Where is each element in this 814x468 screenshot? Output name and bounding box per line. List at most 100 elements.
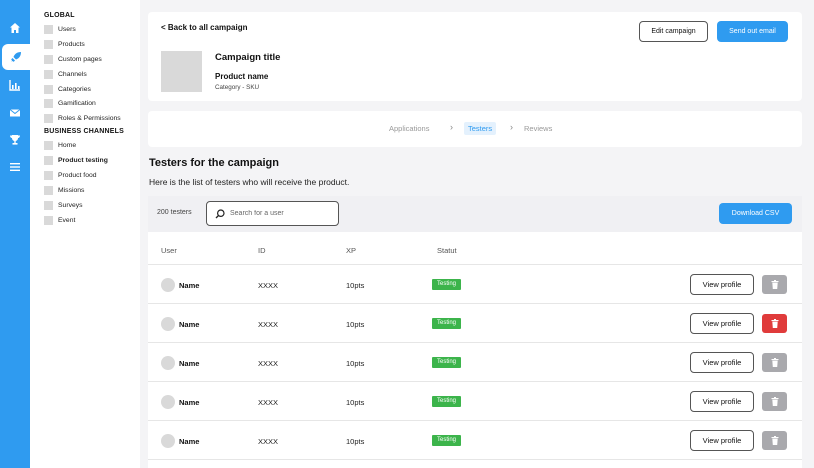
product-name: Product name — [215, 72, 269, 81]
sidebar-item-surveys[interactable]: Surveys — [30, 198, 140, 213]
sidebar-item-label: Gamification — [58, 100, 96, 108]
sidebar-item-label: Missions — [58, 186, 85, 194]
user-name: Name — [179, 281, 200, 290]
sidebar-item-categories[interactable]: Categories — [30, 82, 140, 97]
status-badge: Testing — [432, 318, 462, 329]
sidebar-item-product-testing[interactable]: Product testing — [30, 153, 140, 168]
view-profile-button[interactable]: View profile — [690, 313, 754, 334]
product-thumbnail — [161, 51, 202, 92]
user-id: XXXX — [258, 320, 279, 329]
step-testers[interactable]: Testers — [464, 122, 497, 135]
avatar — [161, 278, 175, 292]
sidebar-item-icon — [44, 54, 53, 64]
sidebar-item-icon — [44, 69, 53, 79]
sidebar-item-icon — [44, 141, 53, 151]
campaign-stepper: Applications › Testers › Reviews — [148, 111, 802, 147]
section-subtitle: Here is the list of testers who will rec… — [149, 177, 350, 187]
delete-button[interactable] — [762, 431, 787, 450]
trash-icon — [771, 397, 778, 406]
column-header-id: ID — [258, 246, 266, 255]
edit-campaign-button[interactable]: Edit campaign — [639, 21, 708, 42]
trash-icon — [771, 436, 778, 445]
user-name: Name — [179, 437, 200, 446]
avatar — [161, 356, 175, 370]
sidebar-item-icon — [44, 84, 53, 94]
search-icon — [215, 208, 225, 218]
testers-table: User ID XP Statut Name XXXX 10pts Testin… — [148, 232, 802, 468]
menu-icon[interactable] — [5, 157, 25, 177]
avatar — [161, 434, 175, 448]
delete-button[interactable] — [762, 275, 787, 294]
sidebar-item-icon — [44, 39, 53, 49]
step-applications[interactable]: Applications — [389, 124, 429, 133]
user-id: XXXX — [258, 398, 279, 407]
sidebar: GLOBAL Users Products Custom pages Chann… — [30, 0, 140, 468]
sidebar-item-custom-pages[interactable]: Custom pages — [30, 52, 140, 67]
sidebar-item-icon — [44, 185, 53, 195]
table-row: Name XXXX 10pts Testing View profile — [148, 420, 802, 459]
delete-button[interactable] — [762, 392, 787, 411]
sidebar-item-users[interactable]: Users — [30, 22, 140, 37]
search-box[interactable] — [206, 201, 339, 226]
user-id: XXXX — [258, 281, 279, 290]
delete-button[interactable] — [762, 353, 787, 372]
table-row: Name XXXX 10pts Testing View profile — [148, 303, 802, 342]
trash-icon — [771, 280, 778, 289]
sidebar-item-icon — [44, 170, 53, 180]
sidebar-item-label: Event — [58, 216, 76, 224]
step-reviews[interactable]: Reviews — [524, 124, 552, 133]
chevron-right-icon: › — [450, 122, 453, 132]
sidebar-item-label: Product food — [58, 171, 97, 179]
send-email-button[interactable]: Send out email — [717, 21, 788, 42]
rocket-icon[interactable] — [2, 44, 30, 70]
column-header-user: User — [161, 246, 177, 255]
sidebar-item-icon — [44, 24, 53, 34]
search-input[interactable] — [230, 210, 330, 217]
section-title: Testers for the campaign — [149, 157, 279, 169]
chevron-right-icon: › — [510, 122, 513, 132]
sidebar-item-event[interactable]: Event — [30, 213, 140, 228]
sidebar-item-label: Categories — [58, 85, 91, 93]
delete-button[interactable] — [762, 314, 787, 333]
sidebar-item-gamification[interactable]: Gamification — [30, 96, 140, 111]
table-toolbar: 200 testers Download CSV — [148, 196, 802, 232]
chart-icon[interactable] — [5, 75, 25, 95]
sidebar-item-label: Home — [58, 142, 77, 150]
user-xp: 10pts — [346, 281, 365, 290]
user-xp: 10pts — [346, 359, 365, 368]
sidebar-item-missions[interactable]: Missions — [30, 183, 140, 198]
tester-count: 200 testers — [157, 209, 192, 216]
table-row: Name XXXX 10pts Testing View profile — [148, 342, 802, 381]
user-xp: 10pts — [346, 437, 365, 446]
sidebar-item-roles-permissions[interactable]: Roles & Permissions — [30, 111, 140, 126]
table-row: Name XXXX 10pts Testing View profile — [148, 381, 802, 420]
sidebar-item-channels[interactable]: Channels — [30, 67, 140, 82]
sidebar-heading-business-channels: BUSINESS CHANNELS — [44, 128, 125, 136]
home-icon[interactable] — [5, 18, 25, 38]
sidebar-item-label: Custom pages — [58, 55, 102, 63]
sidebar-item-products[interactable]: Products — [30, 37, 140, 52]
user-name: Name — [179, 359, 200, 368]
avatar — [161, 317, 175, 331]
trash-icon — [771, 319, 778, 328]
back-link[interactable]: < Back to all campaign — [161, 23, 247, 32]
status-badge: Testing — [432, 279, 462, 290]
campaign-title: Campaign title — [215, 52, 281, 63]
user-xp: 10pts — [346, 320, 365, 329]
mail-icon[interactable] — [5, 103, 25, 123]
sidebar-item-label: Product testing — [58, 157, 108, 165]
table-row: Name XXXX 10pts Testing View profile — [148, 264, 802, 303]
sidebar-heading-global: GLOBAL — [44, 12, 75, 19]
download-csv-button[interactable]: Download CSV — [719, 203, 792, 224]
view-profile-button[interactable]: View profile — [690, 274, 754, 295]
trash-icon — [771, 358, 778, 367]
avatar — [161, 395, 175, 409]
view-profile-button[interactable]: View profile — [690, 352, 754, 373]
status-badge: Testing — [432, 357, 462, 368]
sidebar-item-home[interactable]: Home — [30, 138, 140, 153]
view-profile-button[interactable]: View profile — [690, 430, 754, 451]
sidebar-item-product-food[interactable]: Product food — [30, 168, 140, 183]
trophy-icon[interactable] — [5, 130, 25, 150]
sidebar-item-label: Channels — [58, 70, 87, 78]
view-profile-button[interactable]: View profile — [690, 391, 754, 412]
